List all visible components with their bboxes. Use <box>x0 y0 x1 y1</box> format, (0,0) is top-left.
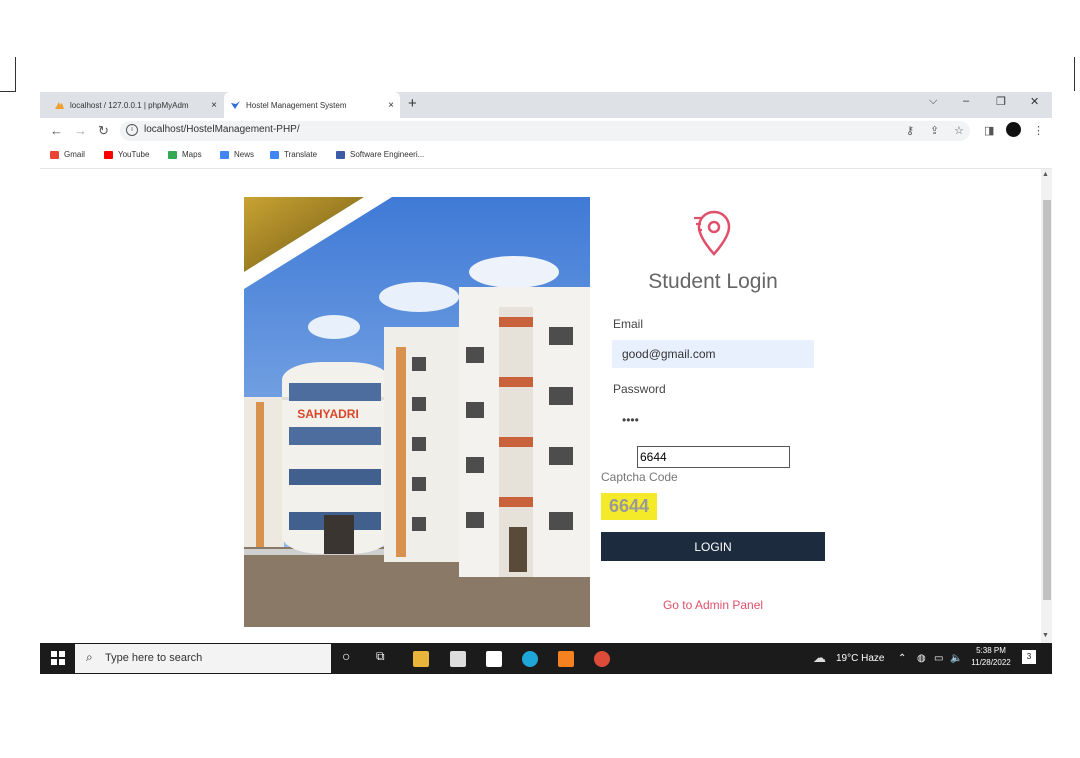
task-view-icon[interactable]: ⧉ <box>376 649 385 664</box>
captcha-code: 6644 <box>601 493 657 520</box>
minimize-button[interactable]: – <box>963 95 969 107</box>
weather-text[interactable]: 19°C Haze <box>836 653 884 664</box>
tab-title: Hostel Management System <box>246 100 347 110</box>
captcha-label: Captcha Code <box>601 470 678 484</box>
scroll-down-arrow-icon[interactable]: ▼ <box>1042 632 1049 639</box>
youtube-icon <box>104 150 113 159</box>
cortana-icon[interactable]: ○ <box>342 648 350 664</box>
bookmark-software-engineering[interactable]: Software Engineeri... <box>336 150 424 159</box>
maps-icon <box>168 150 177 159</box>
email-label: Email <box>613 317 644 331</box>
close-window-button[interactable]: ✕ <box>1030 95 1039 108</box>
chrome-icon[interactable] <box>594 651 610 667</box>
phpmyadmin-icon <box>55 101 64 109</box>
bookmark-maps[interactable]: Maps <box>168 150 202 159</box>
share-icon[interactable]: ⇪ <box>930 124 939 137</box>
more-menu-icon[interactable]: ⋮ <box>1033 124 1044 137</box>
xampp-icon[interactable] <box>558 651 574 667</box>
bookmark-folder-icon <box>336 150 345 159</box>
volume-icon[interactable]: 🔈 <box>950 653 962 664</box>
password-input[interactable]: •••• <box>612 406 814 434</box>
bookmark-news[interactable]: News <box>220 150 254 159</box>
profile-avatar[interactable] <box>1006 122 1021 137</box>
translate-icon <box>270 150 279 159</box>
battery-icon[interactable]: ▭ <box>934 653 943 664</box>
mail-icon[interactable] <box>486 651 502 667</box>
taskbar-search-placeholder[interactable]: Type here to search <box>105 652 202 664</box>
new-tab-button[interactable]: + <box>408 95 417 112</box>
email-input[interactable] <box>612 340 814 368</box>
captcha-input[interactable] <box>637 446 790 468</box>
key-icon[interactable]: ⚷ <box>906 124 914 137</box>
scroll-up-arrow-icon[interactable]: ▲ <box>1042 171 1049 178</box>
tab-phpmyadmin[interactable]: localhost / 127.0.0.1 | phpMyAdm × <box>48 92 223 118</box>
windows-start-icon[interactable] <box>51 651 65 670</box>
photo-crop-mark-right <box>1074 57 1075 91</box>
tab-title: localhost / 127.0.0.1 | phpMyAdm <box>70 100 189 110</box>
clock[interactable]: 5:38 PM 11/28/2022 <box>967 646 1015 667</box>
tab-close-icon[interactable]: × <box>388 100 394 111</box>
gmail-icon <box>50 150 59 159</box>
password-label: Password <box>613 382 666 396</box>
bookmark-gmail[interactable]: Gmail <box>50 150 85 159</box>
news-icon <box>220 150 229 159</box>
scrollbar-thumb[interactable] <box>1043 200 1051 600</box>
bookmark-youtube[interactable]: YouTube <box>104 150 149 159</box>
tab-hostel-management[interactable]: Hostel Management System × <box>224 92 400 118</box>
store-icon[interactable] <box>450 651 466 667</box>
photo-crop-mark-left <box>0 57 16 92</box>
login-title: Student Login <box>648 270 778 293</box>
network-icon[interactable]: ◍ <box>917 653 926 664</box>
tray-chevron-icon[interactable]: ⌃ <box>898 653 906 664</box>
reload-icon[interactable]: ↻ <box>98 123 109 139</box>
file-explorer-icon[interactable] <box>413 651 429 667</box>
location-pin-icon <box>693 208 735 263</box>
side-panel-icon[interactable]: ◨ <box>984 124 994 137</box>
search-icon: ⌕ <box>86 650 93 664</box>
bookmark-translate[interactable]: Translate <box>270 150 317 159</box>
notification-badge[interactable]: 3 <box>1022 650 1036 664</box>
site-logo-icon <box>231 101 240 109</box>
site-info-icon[interactable]: i <box>126 124 138 136</box>
tab-search-icon[interactable]: ⌵ <box>929 95 937 108</box>
clock-time: 5:38 PM <box>976 646 1006 655</box>
forward-arrow-icon[interactable]: → <box>74 123 87 138</box>
hostel-building-photo: SAHYADRI <box>244 197 590 627</box>
tab-close-icon[interactable]: × <box>211 100 217 111</box>
back-arrow-icon[interactable]: ← <box>50 123 63 138</box>
url-text[interactable]: localhost/HostelManagement-PHP/ <box>144 124 300 135</box>
restore-button[interactable]: ❐ <box>996 95 1006 108</box>
building-sign-text: SAHYADRI <box>297 407 359 421</box>
edge-icon[interactable] <box>522 651 538 667</box>
bookmark-star-icon[interactable]: ☆ <box>954 124 964 137</box>
login-button[interactable]: LOGIN <box>601 532 825 561</box>
admin-panel-link[interactable]: Go to Admin Panel <box>600 598 826 612</box>
weather-icon: ☁ <box>813 650 826 665</box>
clock-date: 11/28/2022 <box>971 658 1011 667</box>
